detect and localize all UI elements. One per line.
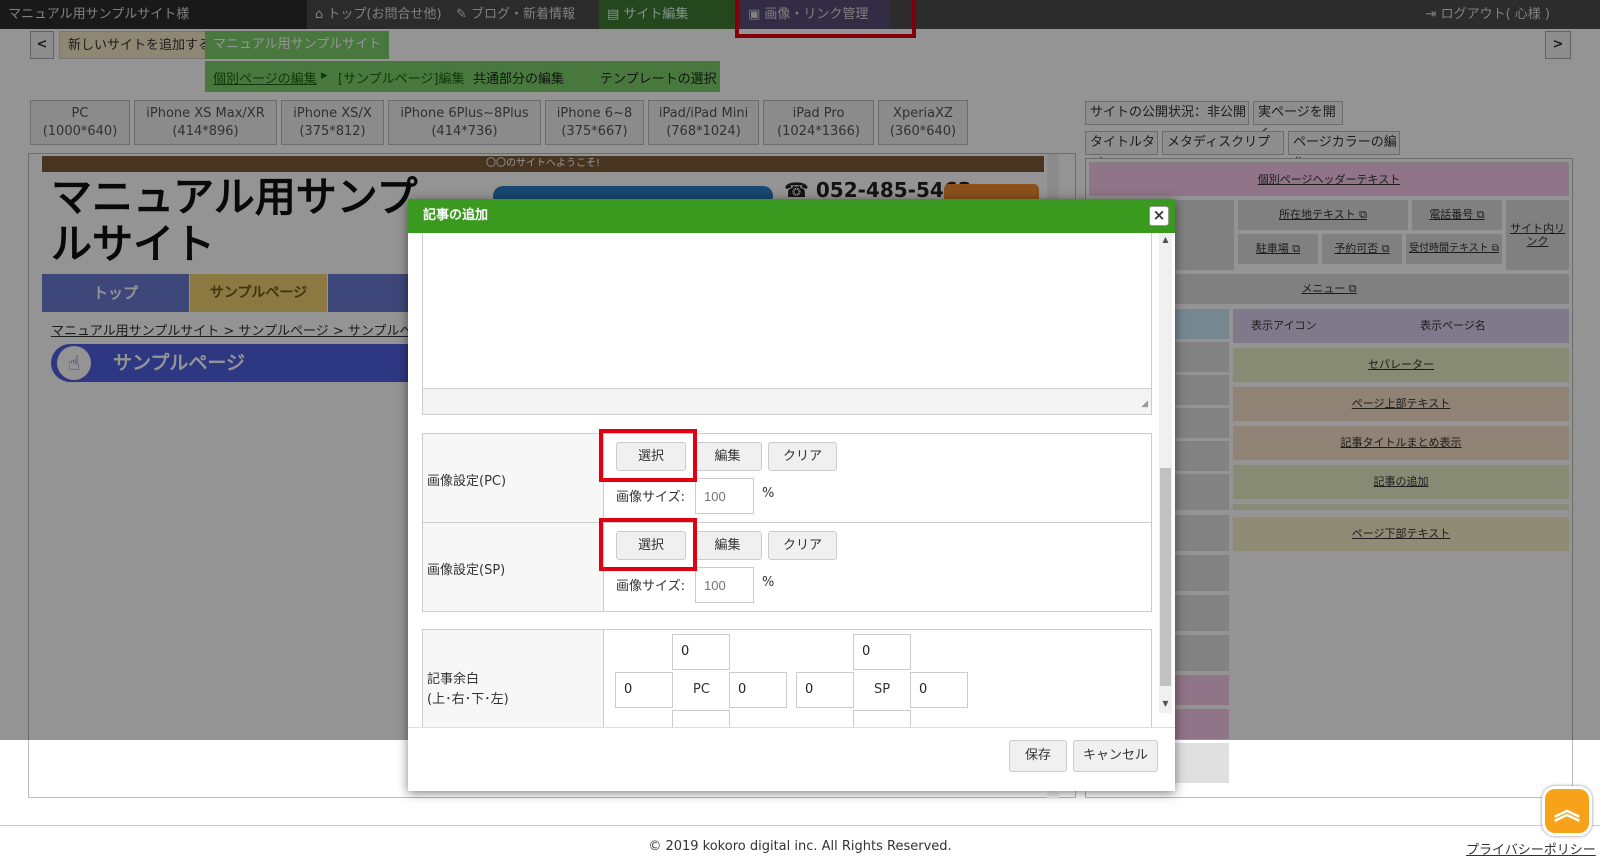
margin-row: 記事余白 (上･右･下･左) 0 0 PC 0 0 0 SP 0: [422, 629, 1152, 727]
sp-margin-bottom[interactable]: [853, 710, 911, 727]
scrollbar-thumb[interactable]: [1160, 468, 1171, 686]
textarea-status-bar: ◢: [423, 388, 1151, 414]
sp-margin-left[interactable]: 0: [796, 672, 854, 708]
modal-scrollbar[interactable]: ▲ ▼: [1159, 233, 1172, 713]
pc-margin-left[interactable]: 0: [615, 672, 673, 708]
margin-label-line-2: (上･右･下･左): [427, 692, 509, 707]
pc-image-row: 画像設定(PC) 選択 編集 クリア 画像サイズ: %: [422, 429, 1152, 523]
sp-image-row: 画像設定(SP) 選択 編集 クリア 画像サイズ: %: [422, 518, 1152, 612]
double-chevron-up-icon: ︽: [1553, 796, 1580, 826]
sp-size-label: 画像サイズ:: [616, 579, 685, 594]
scroll-up-icon[interactable]: ▲: [1159, 235, 1172, 244]
scroll-down-icon[interactable]: ▼: [1159, 699, 1172, 708]
pc-size-percent: %: [762, 486, 775, 501]
sp-margin-label: SP: [874, 682, 891, 697]
cancel-button[interactable]: キャンセル: [1073, 740, 1158, 772]
save-button[interactable]: 保存: [1009, 740, 1067, 772]
modal-header: 記事の追加 ×: [408, 199, 1175, 233]
highlight-box: [599, 518, 697, 571]
sp-edit-button[interactable]: 編集: [693, 531, 762, 560]
margin-label-line-1: 記事余白: [427, 672, 480, 687]
add-article-modal: 記事の追加 × ◢ 画像設定(PC) 選択 編集 クリア 画像サイズ: % 画像…: [408, 199, 1175, 791]
pc-size-input[interactable]: [695, 478, 754, 514]
pc-margin-right[interactable]: 0: [729, 672, 787, 708]
close-button[interactable]: ×: [1149, 206, 1169, 226]
modal-body: ◢ 画像設定(PC) 選択 編集 クリア 画像サイズ: % 画像設定(SP) 選…: [408, 233, 1175, 727]
footer-divider: [0, 825, 1600, 826]
scroll-to-top-button[interactable]: ︽: [1542, 786, 1592, 836]
modal-title: 記事の追加: [423, 208, 489, 223]
sp-margin-top[interactable]: 0: [853, 634, 911, 670]
pc-margin-label: PC: [693, 682, 710, 697]
article-body-textarea[interactable]: ◢: [422, 233, 1152, 415]
footer-copyright: © 2019 kokoro digital inc. All Rights Re…: [648, 839, 952, 854]
close-icon: ×: [1152, 206, 1166, 224]
sp-size-percent: %: [762, 575, 775, 590]
pc-margin-top[interactable]: 0: [672, 634, 730, 670]
highlight-box: [599, 429, 697, 482]
pc-image-label: 画像設定(PC): [427, 474, 507, 489]
sp-margin-right[interactable]: 0: [910, 672, 968, 708]
sp-size-input[interactable]: [695, 567, 754, 603]
pc-margin-bottom[interactable]: [672, 710, 730, 727]
sp-clear-button[interactable]: クリア: [768, 531, 837, 560]
pc-clear-button[interactable]: クリア: [768, 442, 837, 471]
modal-footer: 保存 キャンセル: [408, 727, 1175, 791]
margin-label: 記事余白 (上･右･下･左): [427, 670, 509, 710]
pc-edit-button[interactable]: 編集: [693, 442, 762, 471]
pc-size-label: 画像サイズ:: [616, 490, 685, 505]
privacy-policy-link[interactable]: プライバシーポリシー: [1466, 839, 1596, 858]
sp-image-label: 画像設定(SP): [427, 563, 506, 578]
resize-handle-icon[interactable]: ◢: [1141, 399, 1148, 409]
